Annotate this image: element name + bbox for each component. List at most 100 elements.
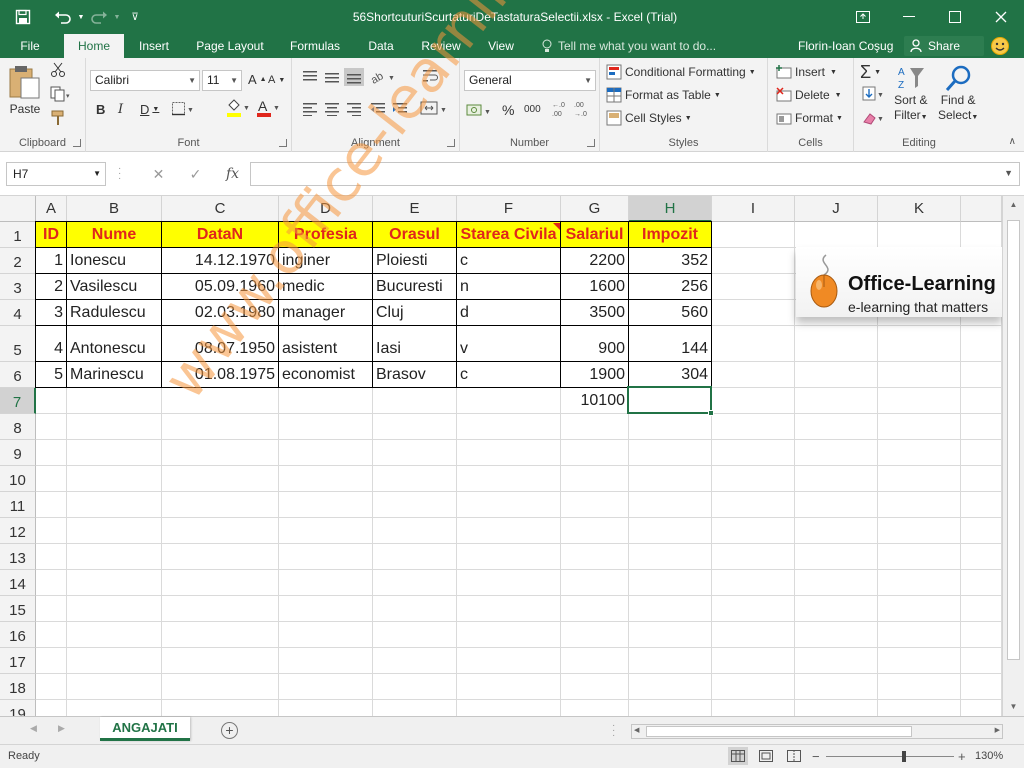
row-header-18[interactable]: 18 xyxy=(0,674,36,700)
data-cell[interactable]: 2200 xyxy=(561,248,628,273)
insert-function-icon[interactable]: fx xyxy=(214,162,251,186)
format-cells-button[interactable]: Format ▼ xyxy=(776,110,843,126)
column-header-partial[interactable] xyxy=(961,196,1002,222)
undo-icon[interactable] xyxy=(50,6,76,28)
data-cell[interactable]: economist xyxy=(279,362,372,387)
row-header-11[interactable]: 11 xyxy=(0,492,36,518)
row-header-8[interactable]: 8 xyxy=(0,414,36,440)
maximize-icon[interactable] xyxy=(932,0,978,34)
data-cell[interactable]: 1600 xyxy=(561,274,628,299)
collapse-ribbon-icon[interactable]: ∧ xyxy=(1009,136,1016,147)
fill-handle[interactable] xyxy=(708,410,714,416)
delete-cells-button[interactable]: Delete ▼ xyxy=(776,87,842,103)
decrease-indent-icon[interactable] xyxy=(370,102,386,116)
row-header-16[interactable]: 16 xyxy=(0,622,36,648)
zoom-out-icon[interactable]: − xyxy=(812,749,820,764)
redo-icon[interactable] xyxy=(86,6,112,28)
data-cell[interactable]: Brasov xyxy=(373,362,456,387)
cancel-entry-icon[interactable]: ✕ xyxy=(140,162,177,186)
data-cell[interactable]: Ploiesti xyxy=(373,248,456,273)
percent-style-button[interactable]: % xyxy=(502,102,514,118)
tab-view[interactable]: View xyxy=(480,34,522,58)
data-cell[interactable]: Cluj xyxy=(373,300,456,325)
data-cell[interactable]: Bucuresti xyxy=(373,274,456,299)
row-header-3[interactable]: 3 xyxy=(0,274,36,300)
accounting-format-icon[interactable]: ▼ xyxy=(466,102,492,118)
tab-review[interactable]: Review xyxy=(414,34,468,58)
total-salary-cell[interactable]: 10100 xyxy=(561,388,628,413)
formula-input[interactable]: ▼ xyxy=(250,162,1020,186)
customize-toolbar-icon[interactable]: ⊽ xyxy=(122,6,148,28)
increase-font-icon[interactable]: A ▲ xyxy=(248,72,267,87)
data-cell[interactable]: d xyxy=(457,300,560,325)
tab-data[interactable]: Data xyxy=(360,34,402,58)
data-cell[interactable]: Marinescu xyxy=(67,362,161,387)
tab-home[interactable]: Home xyxy=(64,34,124,58)
data-cell[interactable]: 900 xyxy=(561,326,628,361)
data-cell[interactable]: 560 xyxy=(629,300,711,325)
sheet-tab-angajati[interactable]: ANGAJATI xyxy=(100,717,190,741)
data-cell[interactable]: 1900 xyxy=(561,362,628,387)
row-header-15[interactable]: 15 xyxy=(0,596,36,622)
column-header-b[interactable]: B xyxy=(67,196,162,222)
tell-me-box[interactable]: Tell me what you want to do... xyxy=(541,34,716,58)
insert-cells-button[interactable]: Insert ▼ xyxy=(776,64,837,80)
data-cell[interactable]: v xyxy=(457,326,560,361)
data-cell[interactable]: Antonescu xyxy=(67,326,161,361)
number-launcher-icon[interactable] xyxy=(587,139,595,147)
header-cell[interactable]: ID xyxy=(36,222,66,247)
ribbon-display-options-icon[interactable] xyxy=(840,0,886,34)
increase-indent-icon[interactable] xyxy=(392,102,408,116)
header-cell[interactable]: Orasul xyxy=(373,222,456,247)
tab-split-grip-icon[interactable]: · · · xyxy=(612,721,615,741)
data-cell[interactable]: medic xyxy=(279,274,372,299)
data-cell[interactable]: 08.07.1950 xyxy=(162,326,278,361)
row-header-17[interactable]: 17 xyxy=(0,648,36,674)
number-format-dropdown[interactable]: General ▼ xyxy=(464,70,596,91)
header-cell[interactable]: Nume xyxy=(67,222,161,247)
close-icon[interactable] xyxy=(978,0,1024,34)
row-header-2[interactable]: 2 xyxy=(0,248,36,274)
select-all-corner[interactable] xyxy=(0,196,36,222)
undo-dropdown-icon[interactable]: ▼ xyxy=(76,6,86,28)
clipboard-launcher-icon[interactable] xyxy=(73,139,81,147)
data-cell[interactable]: 02.03.1980 xyxy=(162,300,278,325)
font-name-dropdown[interactable]: Calibri ▼ xyxy=(90,70,200,91)
align-left-icon[interactable] xyxy=(302,102,318,116)
comma-style-button[interactable]: 000 xyxy=(524,104,541,115)
name-box[interactable]: H7 ▼ xyxy=(6,162,106,186)
horizontal-scroll-thumb[interactable] xyxy=(646,726,912,737)
data-cell[interactable]: 4 xyxy=(36,326,66,361)
header-cell[interactable]: Starea Civila xyxy=(457,222,560,247)
decrease-decimal-icon[interactable]: .00 →.0 xyxy=(574,100,592,118)
merge-center-icon[interactable]: ▼ xyxy=(420,100,448,116)
tab-insert[interactable]: Insert xyxy=(132,34,176,58)
tab-formulas[interactable]: Formulas xyxy=(284,34,346,58)
user-name[interactable]: Florin-Ioan Coşug xyxy=(798,34,893,58)
page-layout-view-icon[interactable] xyxy=(756,747,776,765)
column-header-g[interactable]: G xyxy=(561,196,629,222)
data-cell[interactable]: Iasi xyxy=(373,326,456,361)
decrease-font-icon[interactable]: A ▼ xyxy=(268,74,285,86)
selected-cell-h7[interactable] xyxy=(627,386,714,416)
sort-filter-button[interactable]: AZ Sort & Filter▼ xyxy=(894,64,928,122)
column-header-f[interactable]: F xyxy=(457,196,561,222)
data-cell[interactable]: 2 xyxy=(36,274,66,299)
header-cell[interactable]: Salariul xyxy=(561,222,628,247)
row-header-5[interactable]: 5 xyxy=(0,326,36,362)
column-header-h[interactable]: H xyxy=(629,196,712,222)
data-cell[interactable]: Vasilescu xyxy=(67,274,161,299)
data-cell[interactable]: inginer xyxy=(279,248,372,273)
scroll-left-icon[interactable]: ◀ xyxy=(634,726,639,734)
cell-styles-button[interactable]: Cell Styles ▼ xyxy=(606,110,692,126)
horizontal-scrollbar[interactable]: ◀ ▶ xyxy=(631,724,1003,739)
data-cell[interactable]: 05.09.1960 xyxy=(162,274,278,299)
align-center-icon[interactable] xyxy=(324,102,340,116)
data-cell[interactable]: asistent xyxy=(279,326,372,361)
row-header-9[interactable]: 9 xyxy=(0,440,36,466)
increase-decimal-icon[interactable]: ←.0.00 xyxy=(552,100,570,118)
align-bottom-icon[interactable] xyxy=(344,68,364,86)
alignment-launcher-icon[interactable] xyxy=(447,139,455,147)
copy-icon[interactable]: ▾ xyxy=(50,86,70,102)
row-header-10[interactable]: 10 xyxy=(0,466,36,492)
